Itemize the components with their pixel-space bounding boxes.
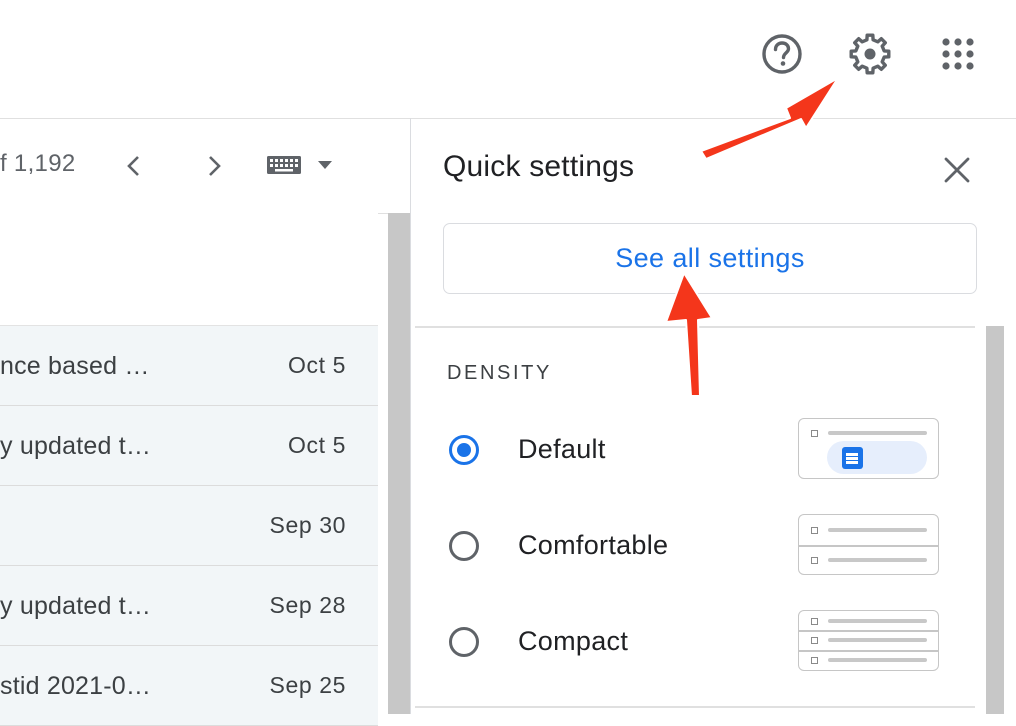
density-heading: DENSITY [447, 362, 552, 384]
mail-date: Oct 5 [288, 432, 346, 458]
mail-snippet: y updated t… [0, 432, 152, 460]
density-option-comfortable[interactable]: Comfortable [447, 514, 977, 584]
quick-settings-title: Quick settings [443, 150, 635, 183]
mail-row[interactable]: y updated t… Sep 28 [0, 566, 378, 646]
mail-date: Sep 28 [269, 592, 346, 618]
chevron-left-icon[interactable] [115, 147, 153, 185]
input-tools-button[interactable] [266, 150, 340, 184]
see-all-settings-button[interactable]: See all settings [443, 223, 977, 294]
pagination-count: f 1,192 [0, 150, 76, 177]
mail-row[interactable]: y updated t… Oct 5 [0, 406, 378, 486]
divider [415, 706, 975, 708]
keyboard-icon [266, 153, 304, 182]
top-bar [0, 0, 1016, 119]
quick-settings-scrollbar[interactable] [986, 326, 1004, 714]
help-icon[interactable] [758, 30, 806, 78]
gear-icon[interactable] [846, 30, 894, 78]
radio-button[interactable] [449, 627, 479, 657]
close-icon[interactable] [937, 150, 977, 190]
mail-row[interactable]: Sep 30 [0, 486, 378, 566]
density-preview-comfortable[interactable] [798, 514, 939, 575]
density-option-compact[interactable]: Compact [447, 610, 977, 680]
divider [415, 326, 975, 328]
caret-down-icon [316, 158, 334, 176]
radio-label: Comfortable [518, 530, 669, 560]
panel-divider [410, 118, 411, 714]
mail-date: Sep 30 [269, 512, 346, 538]
mail-snippet: stid 2021-0… [0, 672, 152, 700]
mail-list: nce based … Oct 5 y updated t… Oct 5 Sep… [0, 213, 378, 726]
density-preview-default[interactable] [798, 418, 939, 479]
radio-label: Default [518, 434, 606, 464]
apps-grid-icon[interactable] [934, 30, 982, 78]
mail-snippet: y updated t… [0, 592, 152, 620]
chevron-right-icon[interactable] [195, 147, 233, 185]
mail-row[interactable]: nce based … Oct 5 [0, 326, 378, 406]
mail-snippet: nce based … [0, 352, 150, 380]
density-option-default[interactable]: Default [447, 418, 977, 488]
document-icon [842, 447, 863, 469]
density-preview-compact[interactable] [798, 610, 939, 671]
radio-button[interactable] [449, 435, 479, 465]
radio-button[interactable] [449, 531, 479, 561]
mail-date: Oct 5 [288, 352, 346, 378]
radio-label: Compact [518, 626, 629, 656]
mail-row[interactable]: stid 2021-0… Sep 25 [0, 646, 378, 726]
mail-list-blank-row [0, 213, 378, 326]
mail-date: Sep 25 [269, 672, 346, 698]
mail-list-scrollbar[interactable] [388, 213, 410, 714]
